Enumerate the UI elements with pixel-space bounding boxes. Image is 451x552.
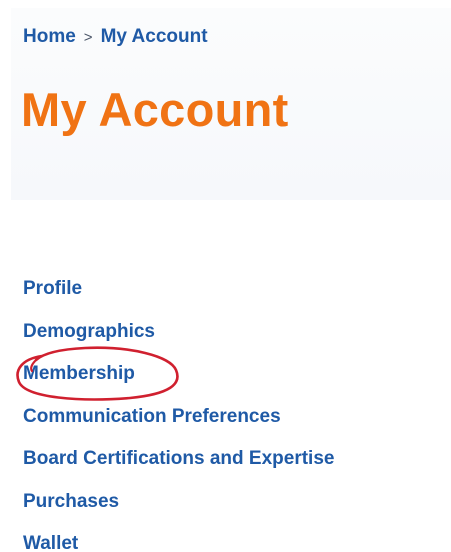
nav-link-communication-preferences[interactable]: Communication Preferences	[23, 406, 281, 428]
nav-link-wallet[interactable]: Wallet	[23, 533, 78, 552]
breadcrumb-separator: >	[83, 28, 93, 46]
nav-item-membership: Membership	[23, 353, 334, 396]
nav-link-profile[interactable]: Profile	[23, 278, 82, 300]
nav-link-membership[interactable]: Membership	[23, 363, 135, 385]
nav-item-board-certifications: Board Certifications and Expertise	[23, 438, 334, 481]
nav-item-purchases: Purchases	[23, 481, 334, 524]
nav-item-profile: Profile	[23, 268, 334, 311]
nav-item-demographics: Demographics	[23, 311, 334, 354]
nav-item-wallet: Wallet	[23, 523, 334, 552]
page-title: My Account	[21, 83, 289, 136]
breadcrumb-home-link[interactable]: Home	[23, 26, 76, 48]
nav-item-communication-preferences: Communication Preferences	[23, 396, 334, 439]
breadcrumb-current-link[interactable]: My Account	[101, 26, 208, 48]
breadcrumb: Home > My Account	[23, 25, 208, 49]
account-page: Home > My Account My Account Profile Dem…	[0, 0, 451, 552]
nav-link-board-certifications[interactable]: Board Certifications and Expertise	[23, 448, 334, 470]
account-nav-menu: Profile Demographics Membership Communic…	[23, 268, 334, 552]
nav-link-demographics[interactable]: Demographics	[23, 321, 155, 343]
nav-link-purchases[interactable]: Purchases	[23, 491, 119, 513]
